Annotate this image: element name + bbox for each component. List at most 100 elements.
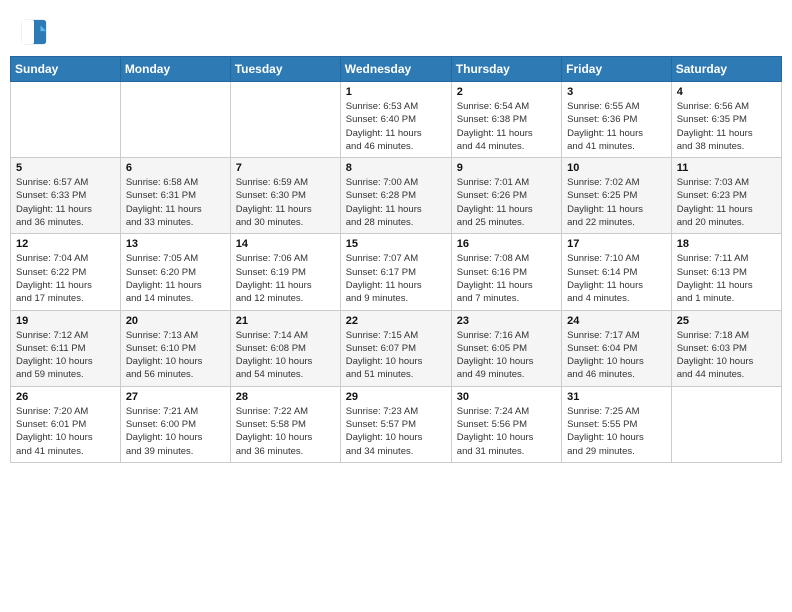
calendar-day-cell: 2 Sunrise: 6:54 AM Sunset: 6:38 PM Daylig… <box>451 82 561 158</box>
day-info: Sunrise: 7:12 AM Sunset: 6:11 PM Dayligh… <box>16 329 115 382</box>
logo <box>20 18 52 46</box>
day-info: Sunrise: 7:06 AM Sunset: 6:19 PM Dayligh… <box>236 252 335 305</box>
weekday-header: Monday <box>120 57 230 82</box>
day-number: 7 <box>236 162 335 174</box>
calendar-day-cell: 18 Sunrise: 7:11 AM Sunset: 6:13 PM Dayli… <box>671 234 781 310</box>
day-info: Sunrise: 7:03 AM Sunset: 6:23 PM Dayligh… <box>677 176 776 229</box>
calendar-day-cell: 8 Sunrise: 7:00 AM Sunset: 6:28 PM Daylig… <box>340 158 451 234</box>
day-info: Sunrise: 6:54 AM Sunset: 6:38 PM Dayligh… <box>457 100 556 153</box>
calendar-day-cell: 23 Sunrise: 7:16 AM Sunset: 6:05 PM Dayli… <box>451 310 561 386</box>
day-info: Sunrise: 7:17 AM Sunset: 6:04 PM Dayligh… <box>567 329 666 382</box>
day-number: 27 <box>126 391 225 403</box>
day-info: Sunrise: 7:04 AM Sunset: 6:22 PM Dayligh… <box>16 252 115 305</box>
day-number: 24 <box>567 315 666 327</box>
calendar-day-cell: 3 Sunrise: 6:55 AM Sunset: 6:36 PM Daylig… <box>562 82 672 158</box>
page-header <box>10 10 782 50</box>
calendar-day-cell: 24 Sunrise: 7:17 AM Sunset: 6:04 PM Dayli… <box>562 310 672 386</box>
calendar-empty-cell <box>120 82 230 158</box>
day-number: 25 <box>677 315 776 327</box>
calendar-day-cell: 6Sunrise: 6:58 AM Sunset: 6:31 PM Daylig… <box>120 158 230 234</box>
day-info: Sunrise: 7:21 AM Sunset: 6:00 PM Dayligh… <box>126 405 225 458</box>
weekday-header: Friday <box>562 57 672 82</box>
calendar-week-row: 5 Sunrise: 6:57 AM Sunset: 6:33 PM Daylig… <box>11 158 782 234</box>
calendar-day-cell: 19 Sunrise: 7:12 AM Sunset: 6:11 PM Dayli… <box>11 310 121 386</box>
calendar-day-cell: 10 Sunrise: 7:02 AM Sunset: 6:25 PM Dayli… <box>562 158 672 234</box>
day-info: Sunrise: 6:57 AM Sunset: 6:33 PM Dayligh… <box>16 176 115 229</box>
calendar-day-cell: 11 Sunrise: 7:03 AM Sunset: 6:23 PM Dayli… <box>671 158 781 234</box>
calendar-day-cell: 31Sunrise: 7:25 AM Sunset: 5:55 PM Dayli… <box>562 386 672 462</box>
logo-icon <box>20 18 48 46</box>
day-info: Sunrise: 7:07 AM Sunset: 6:17 PM Dayligh… <box>346 252 446 305</box>
weekday-header: Thursday <box>451 57 561 82</box>
calendar-week-row: 19 Sunrise: 7:12 AM Sunset: 6:11 PM Dayli… <box>11 310 782 386</box>
day-info: Sunrise: 6:55 AM Sunset: 6:36 PM Dayligh… <box>567 100 666 153</box>
calendar: SundayMondayTuesdayWednesdayThursdayFrid… <box>10 56 782 463</box>
calendar-day-cell: 21 Sunrise: 7:14 AM Sunset: 6:08 PM Dayli… <box>230 310 340 386</box>
calendar-day-cell: 30Sunrise: 7:24 AM Sunset: 5:56 PM Dayli… <box>451 386 561 462</box>
day-number: 21 <box>236 315 335 327</box>
calendar-day-cell: 17 Sunrise: 7:10 AM Sunset: 6:14 PM Dayli… <box>562 234 672 310</box>
day-number: 10 <box>567 162 666 174</box>
day-number: 29 <box>346 391 446 403</box>
day-number: 17 <box>567 238 666 250</box>
day-number: 16 <box>457 238 556 250</box>
day-info: Sunrise: 7:16 AM Sunset: 6:05 PM Dayligh… <box>457 329 556 382</box>
calendar-day-cell: 1 Sunrise: 6:53 AM Sunset: 6:40 PM Daylig… <box>340 82 451 158</box>
day-number: 28 <box>236 391 335 403</box>
calendar-empty-cell <box>671 386 781 462</box>
day-info: Sunrise: 7:11 AM Sunset: 6:13 PM Dayligh… <box>677 252 776 305</box>
calendar-day-cell: 7Sunrise: 6:59 AM Sunset: 6:30 PM Daylig… <box>230 158 340 234</box>
day-number: 8 <box>346 162 446 174</box>
day-number: 15 <box>346 238 446 250</box>
day-number: 13 <box>126 238 225 250</box>
day-number: 11 <box>677 162 776 174</box>
calendar-day-cell: 27 Sunrise: 7:21 AM Sunset: 6:00 PM Dayli… <box>120 386 230 462</box>
calendar-day-cell: 25 Sunrise: 7:18 AM Sunset: 6:03 PM Dayli… <box>671 310 781 386</box>
day-number: 1 <box>346 86 446 98</box>
day-info: Sunrise: 7:08 AM Sunset: 6:16 PM Dayligh… <box>457 252 556 305</box>
calendar-week-row: 26 Sunrise: 7:20 AM Sunset: 6:01 PM Dayli… <box>11 386 782 462</box>
day-number: 31 <box>567 391 666 403</box>
calendar-day-cell: 16 Sunrise: 7:08 AM Sunset: 6:16 PM Dayli… <box>451 234 561 310</box>
calendar-day-cell: 22Sunrise: 7:15 AM Sunset: 6:07 PM Dayli… <box>340 310 451 386</box>
day-info: Sunrise: 7:05 AM Sunset: 6:20 PM Dayligh… <box>126 252 225 305</box>
day-info: Sunrise: 7:15 AM Sunset: 6:07 PM Dayligh… <box>346 329 446 382</box>
day-number: 6 <box>126 162 225 174</box>
day-info: Sunrise: 7:20 AM Sunset: 6:01 PM Dayligh… <box>16 405 115 458</box>
day-number: 12 <box>16 238 115 250</box>
day-number: 5 <box>16 162 115 174</box>
weekday-header: Tuesday <box>230 57 340 82</box>
day-info: Sunrise: 7:23 AM Sunset: 5:57 PM Dayligh… <box>346 405 446 458</box>
calendar-day-cell: 14 Sunrise: 7:06 AM Sunset: 6:19 PM Dayli… <box>230 234 340 310</box>
day-number: 26 <box>16 391 115 403</box>
day-number: 14 <box>236 238 335 250</box>
day-info: Sunrise: 7:02 AM Sunset: 6:25 PM Dayligh… <box>567 176 666 229</box>
day-info: Sunrise: 7:13 AM Sunset: 6:10 PM Dayligh… <box>126 329 225 382</box>
calendar-day-cell: 12 Sunrise: 7:04 AM Sunset: 6:22 PM Dayli… <box>11 234 121 310</box>
day-info: Sunrise: 7:18 AM Sunset: 6:03 PM Dayligh… <box>677 329 776 382</box>
day-info: Sunrise: 7:24 AM Sunset: 5:56 PM Dayligh… <box>457 405 556 458</box>
weekday-header: Sunday <box>11 57 121 82</box>
day-info: Sunrise: 6:53 AM Sunset: 6:40 PM Dayligh… <box>346 100 446 153</box>
calendar-empty-cell <box>11 82 121 158</box>
calendar-day-cell: 13 Sunrise: 7:05 AM Sunset: 6:20 PM Dayli… <box>120 234 230 310</box>
day-number: 2 <box>457 86 556 98</box>
day-number: 23 <box>457 315 556 327</box>
day-info: Sunrise: 6:56 AM Sunset: 6:35 PM Dayligh… <box>677 100 776 153</box>
calendar-header: SundayMondayTuesdayWednesdayThursdayFrid… <box>11 57 782 82</box>
calendar-day-cell: 5 Sunrise: 6:57 AM Sunset: 6:33 PM Daylig… <box>11 158 121 234</box>
day-number: 3 <box>567 86 666 98</box>
calendar-day-cell: 28 Sunrise: 7:22 AM Sunset: 5:58 PM Dayli… <box>230 386 340 462</box>
day-number: 9 <box>457 162 556 174</box>
day-info: Sunrise: 7:00 AM Sunset: 6:28 PM Dayligh… <box>346 176 446 229</box>
calendar-day-cell: 29 Sunrise: 7:23 AM Sunset: 5:57 PM Dayli… <box>340 386 451 462</box>
day-info: Sunrise: 7:10 AM Sunset: 6:14 PM Dayligh… <box>567 252 666 305</box>
calendar-empty-cell <box>230 82 340 158</box>
day-number: 18 <box>677 238 776 250</box>
day-number: 20 <box>126 315 225 327</box>
day-number: 19 <box>16 315 115 327</box>
day-info: Sunrise: 7:22 AM Sunset: 5:58 PM Dayligh… <box>236 405 335 458</box>
day-info: Sunrise: 7:14 AM Sunset: 6:08 PM Dayligh… <box>236 329 335 382</box>
day-info: Sunrise: 7:01 AM Sunset: 6:26 PM Dayligh… <box>457 176 556 229</box>
day-number: 4 <box>677 86 776 98</box>
